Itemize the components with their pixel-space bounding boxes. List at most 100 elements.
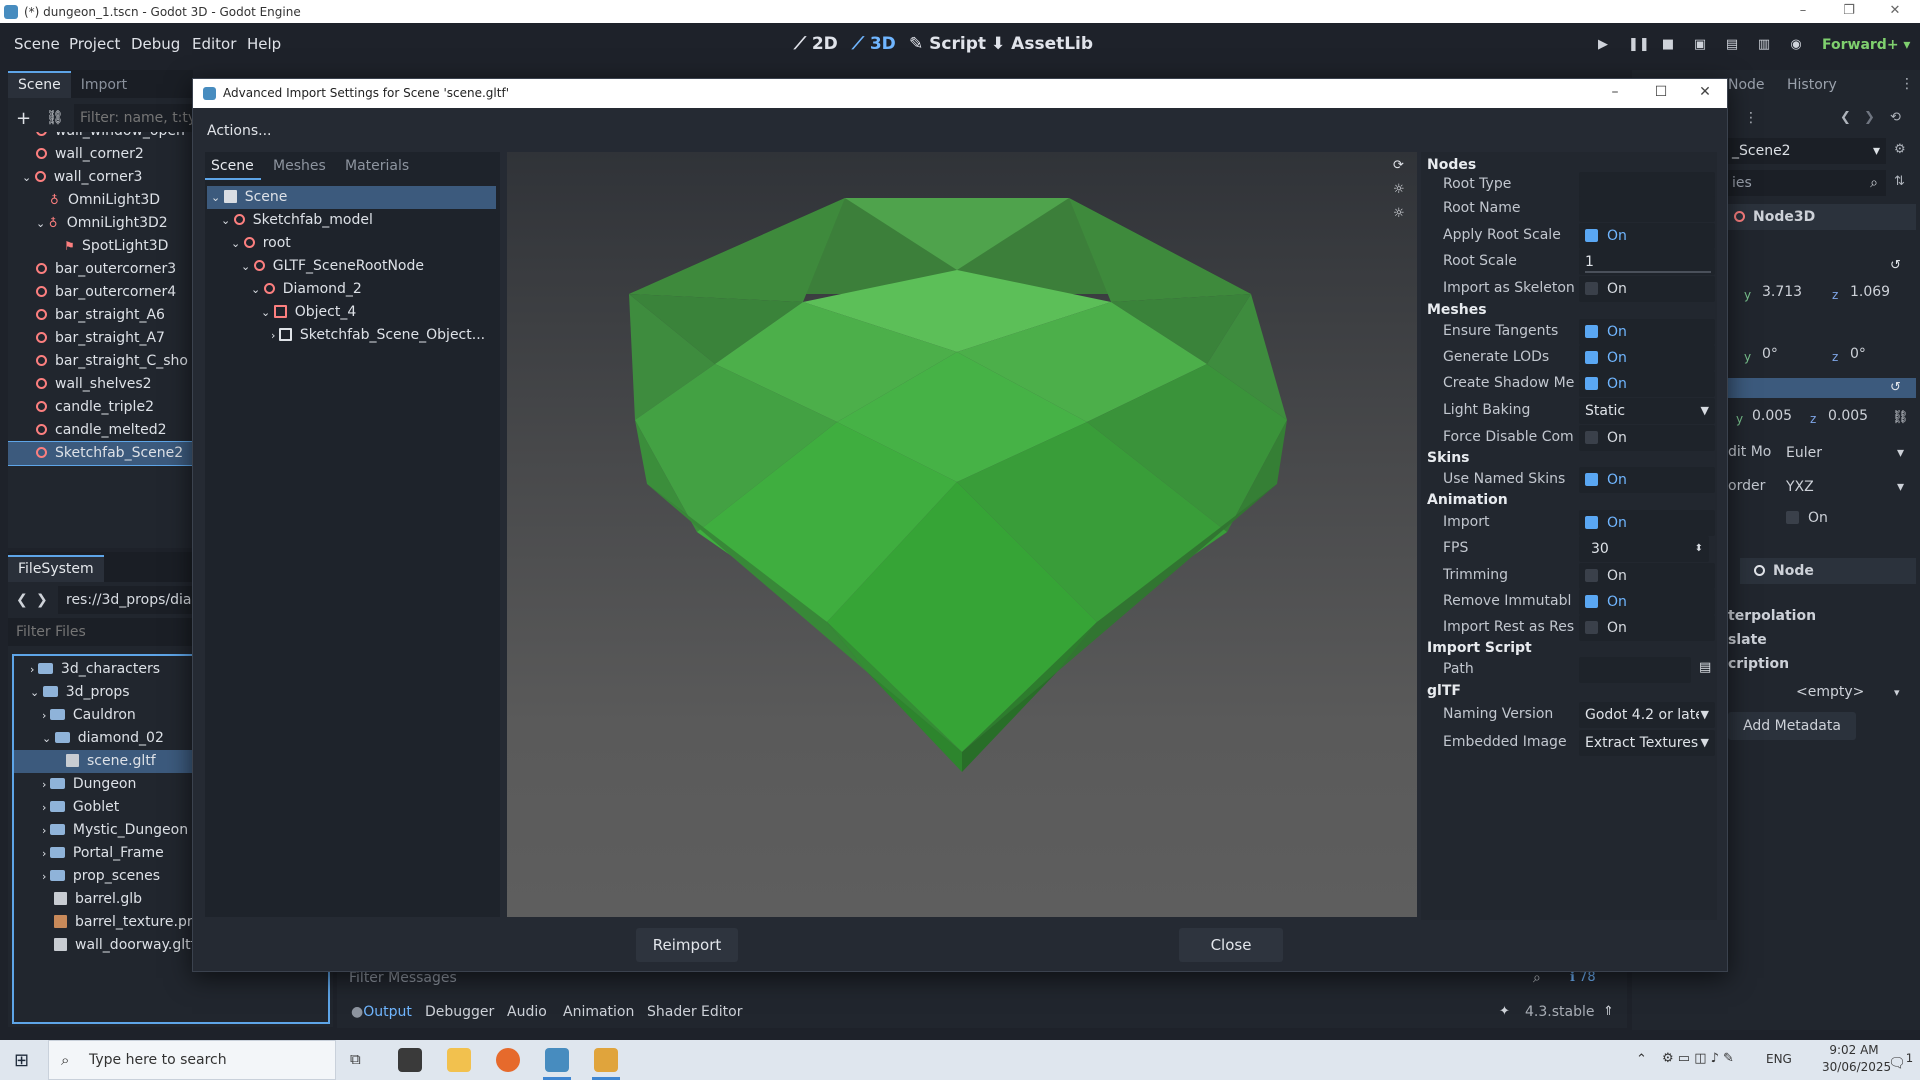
stop-icon[interactable]: ■ xyxy=(1660,37,1676,53)
light-2-icon[interactable]: ☼ xyxy=(1393,206,1405,221)
chevron-down-icon[interactable]: ⌄ xyxy=(30,686,43,699)
section-meshes[interactable]: Meshes xyxy=(1427,302,1487,318)
scene-tree-item[interactable]: bar_outercorner4 xyxy=(8,281,193,304)
resource-icon[interactable]: ⚙ xyxy=(1894,142,1906,157)
top-level-checkbox[interactable]: On xyxy=(1786,510,1828,526)
task-view-icon[interactable]: ⧉ xyxy=(350,1050,361,1068)
section-gltf[interactable]: glTF xyxy=(1427,683,1461,699)
dialog-close-x-button[interactable]: ✕ xyxy=(1682,79,1728,108)
tray-icons[interactable]: ⚙ ▭ ◫ ♪ ✎ xyxy=(1662,1051,1734,1066)
reset-icon[interactable]: ↺ xyxy=(1890,258,1901,273)
workspace-assetlib-button[interactable]: ⬇ AssetLib xyxy=(991,34,1093,54)
app-icon-2[interactable] xyxy=(594,1048,618,1072)
workspace-3d-button[interactable]: ⟋ 3D xyxy=(852,34,896,54)
chevron-down-icon[interactable]: ⌄ xyxy=(251,283,264,296)
godot-taskbar-icon[interactable] xyxy=(545,1048,569,1072)
scene-tree-item[interactable]: candle_triple2 xyxy=(8,396,193,419)
scene-tree-item[interactable]: wall_shelves2 xyxy=(8,373,193,396)
chevron-right-icon[interactable]: › xyxy=(42,847,50,860)
tab-output[interactable]: ●Output xyxy=(351,1004,412,1020)
link-scale-icon[interactable]: ⛓ xyxy=(1892,410,1909,425)
message-count-badge[interactable]: ℹ 78 xyxy=(1570,970,1596,985)
chevron-down-icon[interactable]: ⌄ xyxy=(241,260,254,273)
scene-tree-item[interactable]: ⌄ wall_corner3 xyxy=(8,166,193,189)
chevron-down-icon[interactable]: ⌄ xyxy=(231,237,244,250)
chevron-right-icon[interactable]: › xyxy=(42,778,50,791)
remote-debug-icon[interactable]: ▣ xyxy=(1692,37,1708,53)
preview-viewport[interactable]: ⟳ ☼ ☼ xyxy=(507,152,1417,917)
clock-date[interactable]: 30/06/2025 xyxy=(1822,1060,1891,1074)
scene-tree-item[interactable]: ⚑ SpotLight3D xyxy=(8,235,193,258)
scene-filter-input[interactable] xyxy=(74,104,192,132)
light-baking-dropdown[interactable]: Static ▼ xyxy=(1579,398,1715,424)
menu-scene[interactable]: Scene xyxy=(14,35,60,53)
language-indicator[interactable]: ENG xyxy=(1766,1052,1792,1066)
chevron-down-icon[interactable]: ⌄ xyxy=(211,191,224,204)
reimport-button[interactable]: Reimport xyxy=(636,928,738,962)
actions-menu-button[interactable]: Actions... xyxy=(201,117,272,145)
scene-tree-item[interactable]: bar_straight_C_sho xyxy=(8,350,193,373)
trimming-checkbox[interactable]: On xyxy=(1579,563,1715,589)
taskbar-search-box[interactable]: ⌕ Type here to search xyxy=(48,1040,336,1080)
play-scene-icon[interactable]: ▤ xyxy=(1724,37,1740,53)
chevron-right-icon[interactable]: › xyxy=(42,824,50,837)
close-dialog-button[interactable]: Close xyxy=(1179,928,1283,962)
rotation-z-field[interactable]: 0° xyxy=(1850,346,1866,362)
clock-time[interactable]: 9:02 AM xyxy=(1822,1043,1886,1057)
scene-tree-item[interactable]: bar_straight_A6 xyxy=(8,304,193,327)
view-orbit-icon[interactable]: ⟳ xyxy=(1393,158,1404,173)
rotation-y-field[interactable]: 0° xyxy=(1762,346,1778,362)
rotation-order-dropdown[interactable]: YXZ ▾ xyxy=(1780,474,1910,500)
back-icon[interactable]: ❮ xyxy=(16,592,28,608)
inspected-object-selector[interactable]: _Scene2 ▾ xyxy=(1728,138,1886,164)
scene-tree-item[interactable]: ⌄ ♁ OmniLight3D2 xyxy=(8,212,193,235)
workspace-script-button[interactable]: ✎ Script xyxy=(909,34,986,54)
import-rest-as-reset-checkbox[interactable]: On xyxy=(1579,615,1715,641)
property-filter-input[interactable]: ies ⌕ xyxy=(1728,170,1886,196)
tab-history[interactable]: History xyxy=(1787,77,1837,93)
dialog-minimize-button[interactable]: – xyxy=(1592,79,1638,108)
tab-shader-editor[interactable]: Shader Editor xyxy=(647,1004,742,1020)
workspace-2d-button[interactable]: ⟋ 2D xyxy=(794,34,838,54)
tray-overflow-icon[interactable]: ⌃ xyxy=(1636,1052,1647,1067)
tab-audio[interactable]: Audio xyxy=(507,1004,547,1020)
import-as-skeleton-checkbox[interactable]: On xyxy=(1579,276,1715,302)
translation-section[interactable]: slate xyxy=(1728,632,1767,648)
chevron-right-icon[interactable]: › xyxy=(42,709,50,722)
notifications-icon[interactable]: 🗨1 xyxy=(1888,1051,1913,1072)
menu-project[interactable]: Project xyxy=(69,35,120,53)
file-explorer-icon[interactable] xyxy=(447,1048,471,1072)
root-type-field[interactable] xyxy=(1579,172,1715,198)
create-shadow-mesh-checkbox[interactable]: On xyxy=(1579,371,1715,397)
expand-panel-icon[interactable]: ⇑ xyxy=(1603,1004,1614,1019)
subtab-materials[interactable]: Materials xyxy=(345,158,409,174)
apply-root-scale-checkbox[interactable]: On xyxy=(1579,223,1715,249)
force-disable-compression-checkbox[interactable]: On xyxy=(1579,425,1715,451)
menu-editor[interactable]: Editor xyxy=(192,35,236,53)
subtab-scene[interactable]: Scene xyxy=(211,158,254,174)
filesystem-path[interactable]: res://3d_props/diam xyxy=(58,586,198,614)
renderer-selector[interactable]: Forward+ ▾ xyxy=(1822,37,1910,53)
history-back-icon[interactable]: ❮ xyxy=(1840,110,1851,125)
chevron-down-icon[interactable]: ⌄ xyxy=(22,171,35,184)
filter-messages-input[interactable]: Filter Messages xyxy=(349,970,457,986)
tab-debugger[interactable]: Debugger xyxy=(425,1004,494,1020)
close-window-button[interactable]: ✕ xyxy=(1872,0,1918,23)
menu-help[interactable]: Help xyxy=(247,35,281,53)
app-icon-1[interactable] xyxy=(398,1048,422,1072)
scene-tree-item[interactable]: ♁ OmniLight3D xyxy=(8,189,193,212)
tab-scene[interactable]: Scene xyxy=(8,71,71,98)
scale-z-field[interactable]: 0.005 xyxy=(1828,408,1868,424)
link-icon[interactable]: ⛓ xyxy=(46,110,64,126)
filter-settings-icon[interactable]: ⇅ xyxy=(1894,174,1905,189)
file-browse-icon[interactable]: ▤ xyxy=(1699,660,1711,675)
chevron-down-icon[interactable]: ⌄ xyxy=(221,214,234,227)
scene-tree-item[interactable]: candle_melted2 xyxy=(8,419,193,442)
movie-maker-icon[interactable]: ◉ xyxy=(1788,37,1804,53)
import-tree-item[interactable]: ⌄ Scene xyxy=(207,186,496,209)
play-custom-scene-icon[interactable]: ▥ xyxy=(1756,37,1772,53)
minimize-button[interactable]: – xyxy=(1780,0,1826,23)
firefox-icon[interactable] xyxy=(496,1048,520,1072)
inspector-menu-icon[interactable]: ⋮ xyxy=(1744,110,1758,126)
fps-spinbox[interactable]: 30 ⬍ xyxy=(1579,536,1709,562)
